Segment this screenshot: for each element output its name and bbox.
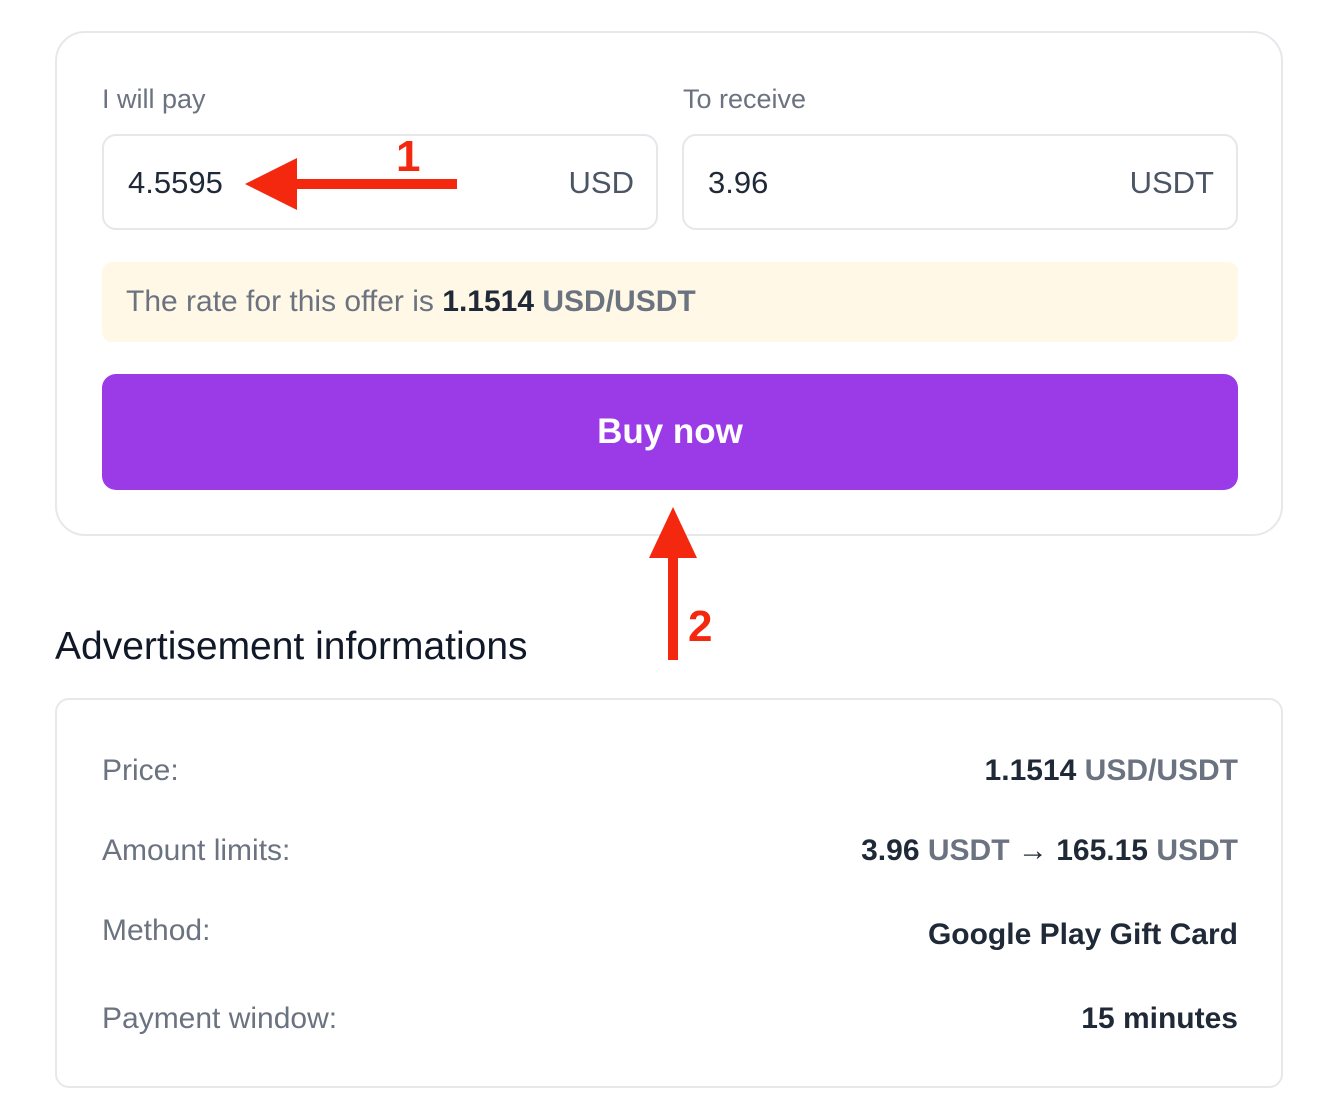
rate-unit: USD/USDT	[542, 285, 696, 318]
limits-label: Amount limits:	[102, 834, 291, 867]
info-row-window: Payment window: 15 minutes	[102, 999, 1238, 1039]
price-value-group: 1.1514 USD/USDT	[985, 751, 1238, 791]
page: I will pay To receive 4.5595 USD 3.96 US…	[0, 0, 1328, 1120]
limits-max-unit: USDT	[1156, 834, 1238, 867]
rate-prefix: The rate for this offer is	[126, 285, 434, 318]
receive-input[interactable]: 3.96 USDT	[682, 134, 1238, 230]
limits-max: 165.15	[1056, 834, 1148, 867]
info-row-method: Method: Google Play Gift Card	[102, 911, 1238, 951]
buy-now-button[interactable]: Buy now	[102, 374, 1238, 490]
window-value: 15 minutes	[1081, 1002, 1238, 1035]
pay-input-value: 4.5595	[128, 165, 223, 200]
window-value-group: 15 minutes	[1081, 999, 1238, 1039]
limits-value-group: 3.96 USDT → 165.15 USDT	[861, 831, 1238, 871]
rate-value: 1.1514	[442, 285, 535, 318]
price-unit: USD/USDT	[1084, 754, 1238, 787]
method-label: Method:	[102, 914, 211, 947]
limits-min: 3.96	[861, 834, 920, 867]
annotation-marker-2: 2	[688, 602, 712, 651]
pay-input[interactable]: 4.5595 USD	[102, 134, 658, 230]
rate-banner: The rate for this offer is 1.1514 USD/US…	[102, 262, 1238, 342]
method-value-group: Google Play Gift Card	[928, 915, 1238, 955]
rate-text: The rate for this offer is 1.1514 USD/US…	[126, 284, 696, 320]
arrow-right-icon: →	[1017, 834, 1048, 867]
limits-min-unit: USDT	[927, 834, 1010, 867]
info-row-limits: Amount limits: 3.96 USDT → 165.15 USDT	[102, 831, 1238, 871]
section-title: Advertisement informations	[55, 625, 528, 668]
receive-input-value: 3.96	[708, 165, 769, 200]
method-value: Google Play Gift Card	[927, 918, 1238, 951]
info-row-price: Price: 1.1514 USD/USDT	[102, 751, 1238, 791]
price-label: Price:	[102, 754, 179, 787]
pay-label: I will pay	[102, 84, 206, 114]
receive-label: To receive	[683, 84, 807, 114]
pay-currency: USD	[568, 165, 634, 200]
receive-currency: USDT	[1129, 165, 1214, 200]
window-label: Payment window:	[102, 1002, 338, 1035]
price-value: 1.1514	[984, 754, 1077, 787]
